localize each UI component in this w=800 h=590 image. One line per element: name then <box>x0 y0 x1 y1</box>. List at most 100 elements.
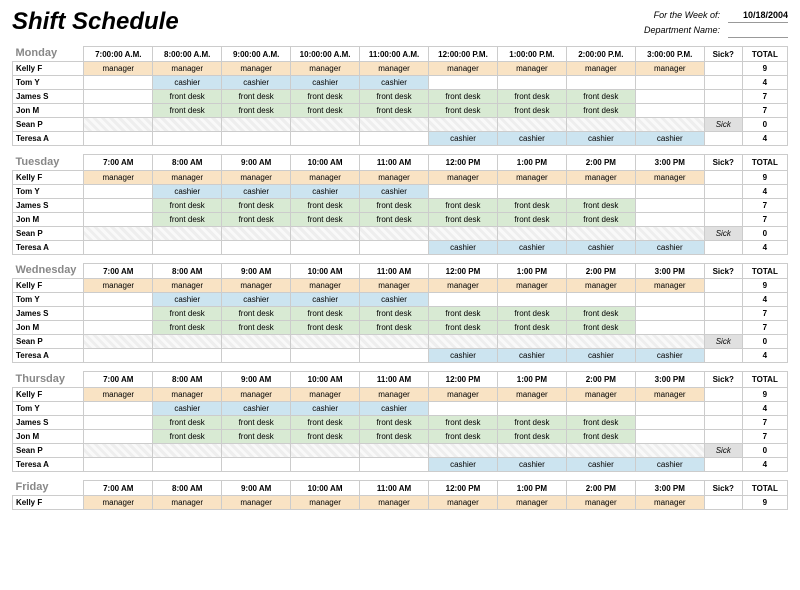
sick-cell <box>704 496 742 510</box>
shift-cell <box>84 76 153 90</box>
sick-cell <box>704 104 742 118</box>
shift-cell <box>222 335 291 349</box>
shift-cell: manager <box>222 62 291 76</box>
shift-cell: cashier <box>153 76 222 90</box>
shift-cell: cashier <box>291 76 360 90</box>
shift-cell: front desk <box>153 307 222 321</box>
time-header: 2:00:00 P.M. <box>566 46 635 62</box>
shift-cell: front desk <box>429 90 498 104</box>
total-cell: 4 <box>742 457 787 471</box>
time-header: 12:00 PM <box>429 372 498 388</box>
time-header: 2:00 PM <box>566 372 635 388</box>
total-cell: 0 <box>742 443 787 457</box>
time-header: 8:00 AM <box>153 155 222 171</box>
schedule-row: Teresa Acashiercashiercashiercashier4 <box>13 349 788 363</box>
total-cell: 4 <box>742 184 787 198</box>
sick-cell <box>704 198 742 212</box>
shift-cell: front desk <box>360 307 429 321</box>
time-header: 3:00 PM <box>635 155 704 171</box>
time-header: 3:00 PM <box>635 263 704 279</box>
sick-cell <box>704 401 742 415</box>
time-header: 1:00:00 P.M. <box>497 46 566 62</box>
shift-cell <box>497 293 566 307</box>
schedule-row: Tom Ycashiercashiercashiercashier4 <box>13 184 788 198</box>
shift-cell: cashier <box>222 76 291 90</box>
shift-cell: front desk <box>566 321 635 335</box>
shift-cell: front desk <box>566 212 635 226</box>
schedule-row: Kelly Fmanagermanagermanagermanagermanag… <box>13 279 788 293</box>
time-header: 3:00:00 P.M. <box>635 46 704 62</box>
sick-cell <box>704 415 742 429</box>
employee-name: Sean P <box>13 443 84 457</box>
shift-cell <box>222 349 291 363</box>
page-title: Shift Schedule <box>12 8 179 36</box>
schedule-row: James Sfront deskfront deskfront deskfro… <box>13 198 788 212</box>
shift-cell: front desk <box>291 90 360 104</box>
shift-cell <box>153 132 222 146</box>
employee-name: Sean P <box>13 226 84 240</box>
shift-cell: front desk <box>566 429 635 443</box>
employee-name: Tom Y <box>13 184 84 198</box>
shift-cell <box>84 429 153 443</box>
shift-cell: cashier <box>222 293 291 307</box>
time-header: 8:00 AM <box>153 372 222 388</box>
shift-cell <box>291 443 360 457</box>
sick-header: Sick? <box>704 155 742 171</box>
employee-name: James S <box>13 198 84 212</box>
shift-cell: cashier <box>566 457 635 471</box>
shift-cell: cashier <box>497 457 566 471</box>
shift-cell <box>429 118 498 132</box>
shift-cell <box>222 240 291 254</box>
shift-cell <box>635 90 704 104</box>
shift-cell: manager <box>84 62 153 76</box>
total-cell: 9 <box>742 279 787 293</box>
shift-cell <box>429 401 498 415</box>
shift-cell <box>84 349 153 363</box>
time-header: 10:00 AM <box>291 480 360 496</box>
shift-cell: front desk <box>222 321 291 335</box>
shift-cell <box>360 240 429 254</box>
shift-cell <box>153 335 222 349</box>
shift-cell <box>84 457 153 471</box>
employee-name: Teresa A <box>13 349 84 363</box>
shift-cell <box>222 132 291 146</box>
sick-header: Sick? <box>704 372 742 388</box>
shift-cell <box>497 226 566 240</box>
shift-cell <box>360 349 429 363</box>
total-cell: 4 <box>742 349 787 363</box>
shift-cell: cashier <box>497 349 566 363</box>
shift-cell: manager <box>222 170 291 184</box>
shift-cell: manager <box>635 62 704 76</box>
shift-cell: cashier <box>497 132 566 146</box>
shift-cell <box>497 401 566 415</box>
shift-cell: manager <box>429 387 498 401</box>
shift-cell <box>153 349 222 363</box>
shift-cell: front desk <box>497 104 566 118</box>
total-header: TOTAL <box>742 46 787 62</box>
shift-cell <box>222 443 291 457</box>
time-header: 12:00 PM <box>429 263 498 279</box>
time-header: 8:00 AM <box>153 263 222 279</box>
shift-cell: front desk <box>291 415 360 429</box>
total-cell: 4 <box>742 76 787 90</box>
shift-cell: manager <box>291 496 360 510</box>
shift-cell: front desk <box>222 198 291 212</box>
shift-cell <box>291 226 360 240</box>
schedule-row: Kelly Fmanagermanagermanagermanagermanag… <box>13 170 788 184</box>
day-name: Thursday <box>13 372 84 388</box>
shift-cell <box>222 118 291 132</box>
total-header: TOTAL <box>742 480 787 496</box>
shift-cell <box>635 429 704 443</box>
shift-cell: front desk <box>291 212 360 226</box>
schedule-row: Teresa Acashiercashiercashiercashier4 <box>13 457 788 471</box>
schedule-row: Kelly Fmanagermanagermanagermanagermanag… <box>13 62 788 76</box>
week-value: 10/18/2004 <box>728 8 788 23</box>
sick-cell <box>704 240 742 254</box>
shift-cell <box>291 118 360 132</box>
time-header: 2:00 PM <box>566 155 635 171</box>
shift-cell: front desk <box>291 198 360 212</box>
shift-cell <box>153 240 222 254</box>
day-name: Tuesday <box>13 155 84 171</box>
shift-cell: cashier <box>635 349 704 363</box>
shift-cell <box>153 457 222 471</box>
